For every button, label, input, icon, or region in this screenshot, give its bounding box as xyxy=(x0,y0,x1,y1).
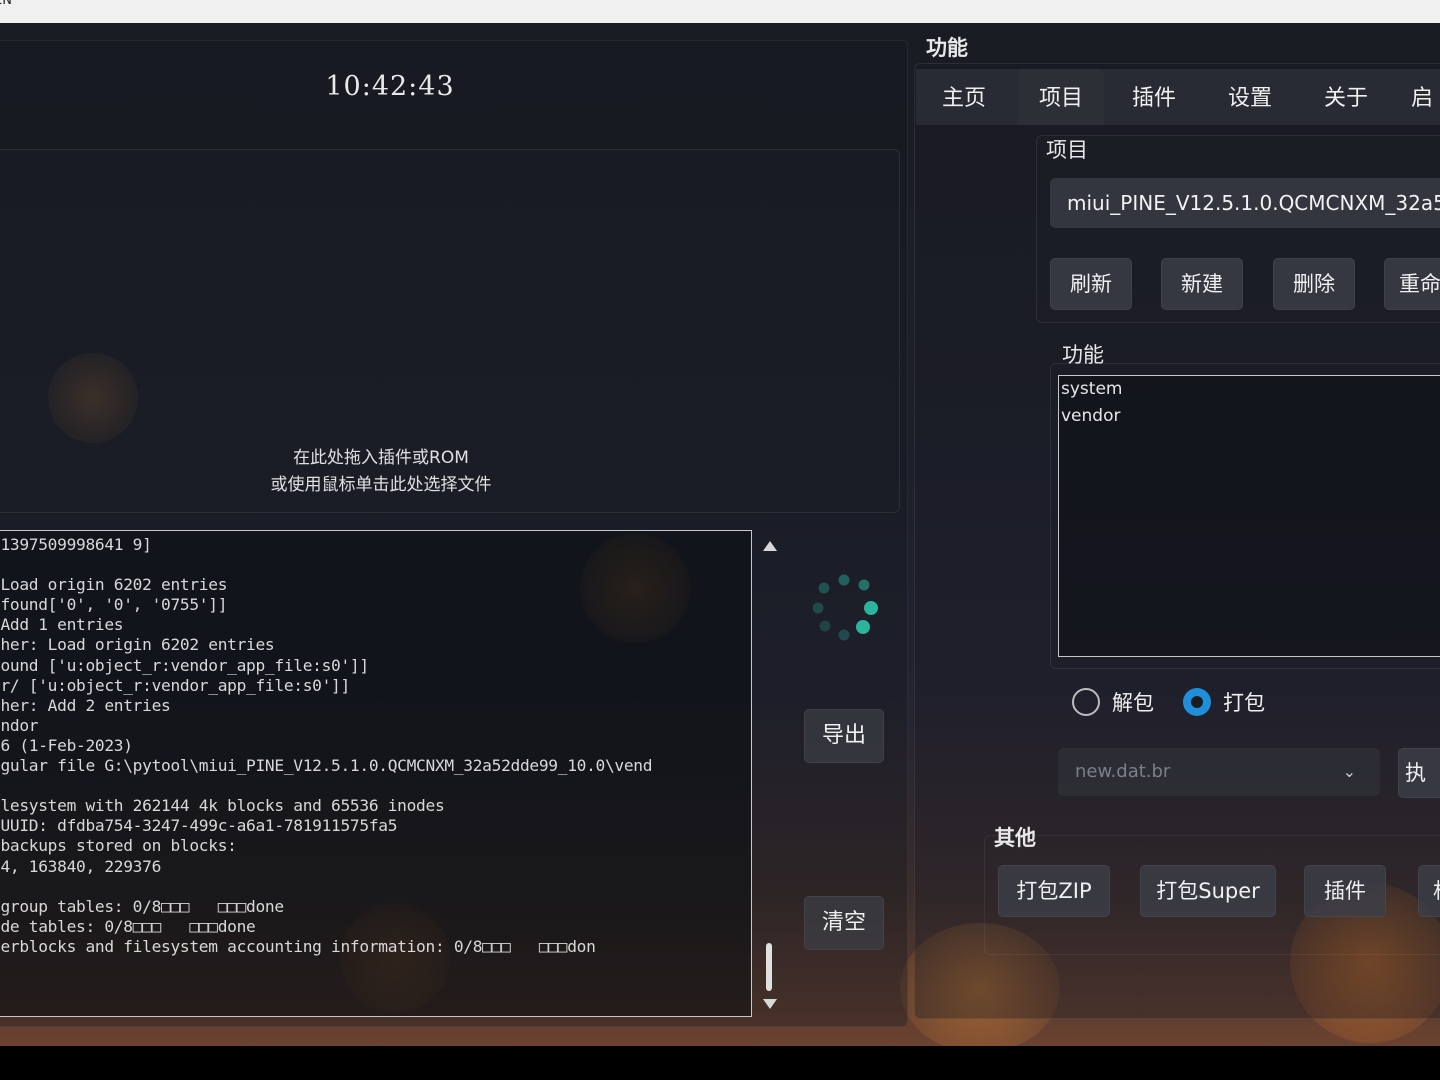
window-title: EN xyxy=(0,0,12,8)
format-combobox[interactable]: new.dat.br ⌄ xyxy=(1058,748,1380,796)
log-line: found ['u:object_r:vendor_app_file:s0']] xyxy=(0,655,369,675)
radio-unchecked-icon xyxy=(1072,688,1100,716)
tab-label: 启 xyxy=(1410,86,1433,111)
log-line: group tables: 0/8□□□ □□□done xyxy=(0,896,284,916)
delete-button[interactable]: 删除 xyxy=(1273,258,1355,310)
log-line: 51397509998641 9] xyxy=(0,535,152,554)
window-titlebar: EN xyxy=(0,0,1440,23)
new-button[interactable]: 新建 xyxy=(1161,258,1243,310)
log-line: endor xyxy=(0,715,39,735)
combobox-value: new.dat.br xyxy=(1075,761,1171,782)
tab-label: 设置 xyxy=(1227,86,1272,111)
list-item[interactable]: vendor xyxy=(1059,403,1440,430)
other-extra-button[interactable]: 相 xyxy=(1418,865,1440,917)
tab-more[interactable]: 启 xyxy=(1402,69,1440,125)
partition-list[interactable]: system vendor xyxy=(1058,375,1440,657)
tab-label: 插件 xyxy=(1131,86,1176,111)
tab-home[interactable]: 主页 xyxy=(916,69,1012,125)
plugin-button[interactable]: 插件 xyxy=(1304,865,1386,917)
tab-label: 主页 xyxy=(941,86,986,111)
log-line: -found['0', '0', '0755']] xyxy=(0,595,228,615)
log-line: ode tables: 0/8□□□ □□□done xyxy=(0,916,256,936)
log-line: 04, 163840, 229376 xyxy=(0,856,162,876)
functions-group-title: 功能 xyxy=(1062,343,1104,367)
tab-project[interactable]: 项目 xyxy=(1018,69,1104,125)
pack-super-button[interactable]: 打包Super xyxy=(1140,865,1276,917)
function-panel-title: 功能 xyxy=(926,36,968,60)
pack-zip-button[interactable]: 打包ZIP xyxy=(998,865,1110,917)
scroll-thumb[interactable] xyxy=(766,943,772,991)
log-output[interactable]: 51397509998641 9] Load origin 6202 entri… xyxy=(0,530,752,1017)
export-button[interactable]: 导出 xyxy=(804,709,884,763)
log-scrollbar[interactable] xyxy=(760,533,780,1013)
log-line: perblocks and filesystem accounting info… xyxy=(0,936,596,956)
other-group-title: 其他 xyxy=(994,826,1036,850)
radio-label: 打包 xyxy=(1223,691,1265,715)
radio-checked-icon xyxy=(1183,688,1211,716)
log-line: backups stored on blocks: xyxy=(0,836,237,856)
tab-label: 项目 xyxy=(1038,86,1083,111)
log-line: or/ ['u:object_r:vendor_app_file:s0']] xyxy=(0,675,350,695)
execute-button[interactable]: 执 xyxy=(1398,748,1440,798)
loading-spinner-icon xyxy=(812,574,878,641)
tab-bar: 主页 项目 插件 设置 关于 启 xyxy=(916,69,1440,125)
drop-hint-line1: 在此处拖入插件或ROM xyxy=(293,448,469,468)
chevron-down-icon: ⌄ xyxy=(1342,762,1356,781)
tab-settings[interactable]: 设置 xyxy=(1204,69,1296,125)
log-line: cher: Load origin 6202 entries xyxy=(0,635,275,655)
clock-display: 10:42:43 xyxy=(325,71,455,102)
log-line: .6 (1-Feb-2023) xyxy=(0,735,133,755)
refresh-button[interactable]: 刷新 xyxy=(1050,258,1132,310)
file-drop-zone[interactable]: 在此处拖入插件或ROM 或使用鼠标单击此处选择文件 xyxy=(0,149,900,513)
log-line: ilesystem with 262144 4k blocks and 6553… xyxy=(0,796,445,816)
list-item[interactable]: system xyxy=(1059,376,1440,403)
taskbar xyxy=(0,1046,1440,1080)
log-line: Add 1 entries xyxy=(0,615,124,635)
project-group-title: 项目 xyxy=(1046,138,1088,162)
rename-button[interactable]: 重命 xyxy=(1384,258,1440,310)
log-line: cher: Add 2 entries xyxy=(0,695,171,715)
radio-label: 解包 xyxy=(1112,691,1154,715)
tab-about[interactable]: 关于 xyxy=(1300,69,1392,125)
tab-plugins[interactable]: 插件 xyxy=(1108,69,1200,125)
app-window: 10:42:43 在此处拖入插件或ROM 或使用鼠标单击此处选择文件 51397… xyxy=(0,23,1440,1046)
scroll-down-arrow-icon[interactable] xyxy=(763,999,777,1009)
clear-button[interactable]: 清空 xyxy=(804,896,884,950)
drop-hint-line2: 或使用鼠标单击此处选择文件 xyxy=(270,475,492,495)
project-select[interactable]: miui_PINE_V12.5.1.0.QCMCNXM_32a5 xyxy=(1050,178,1440,228)
log-line: Load origin 6202 entries xyxy=(0,575,228,595)
tab-label: 关于 xyxy=(1323,86,1368,111)
log-line: UUID: dfdba754-3247-499c-a6a1-781911575f… xyxy=(0,816,398,836)
log-lines: 51397509998641 9] Load origin 6202 entri… xyxy=(0,535,653,957)
scroll-up-arrow-icon[interactable] xyxy=(763,541,777,551)
log-line: egular file G:\pytool\miui_PINE_V12.5.1.… xyxy=(0,756,653,776)
